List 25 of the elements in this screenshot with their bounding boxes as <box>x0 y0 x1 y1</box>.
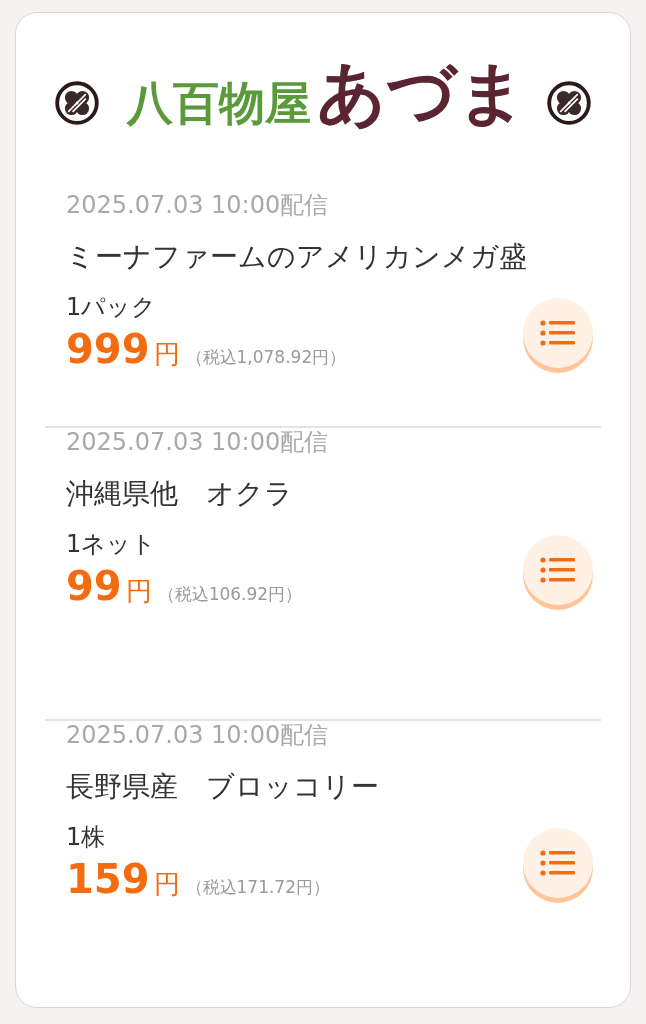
tax-included-price: （税込106.92円） <box>157 583 303 606</box>
crest-icon <box>547 81 591 125</box>
product-name: 沖縄県他 オクラ <box>66 478 294 510</box>
list-icon <box>540 320 576 346</box>
logo-brand-text: あづま <box>317 56 527 131</box>
crest-icon <box>55 81 99 125</box>
yen-sign: 円 <box>125 575 152 608</box>
price: 99 <box>66 564 122 608</box>
price: 999 <box>66 327 150 371</box>
yen-sign: 円 <box>153 868 180 901</box>
list-icon <box>540 557 576 583</box>
yen-sign: 円 <box>153 338 180 371</box>
price: 159 <box>66 857 150 901</box>
tax-included-price: （税込171.72円） <box>185 876 330 899</box>
list-icon <box>540 850 576 876</box>
product-unit: 1株 <box>66 823 107 851</box>
delivery-date: 2025.07.03 10:00配信 <box>66 428 330 456</box>
product-name: ミーナファームのアメリカンメガ盛 <box>66 241 528 273</box>
delivery-date: 2025.07.03 10:00配信 <box>66 191 330 219</box>
product-name: 長野県産 ブロッコリー <box>66 771 380 803</box>
product-unit: 1パック <box>66 293 158 321</box>
delivery-date: 2025.07.03 10:00配信 <box>66 721 330 749</box>
tax-included-price: （税込1,078.92円） <box>185 346 347 369</box>
logo-text: 八百物屋 <box>127 75 311 131</box>
product-unit: 1ネット <box>66 530 158 558</box>
